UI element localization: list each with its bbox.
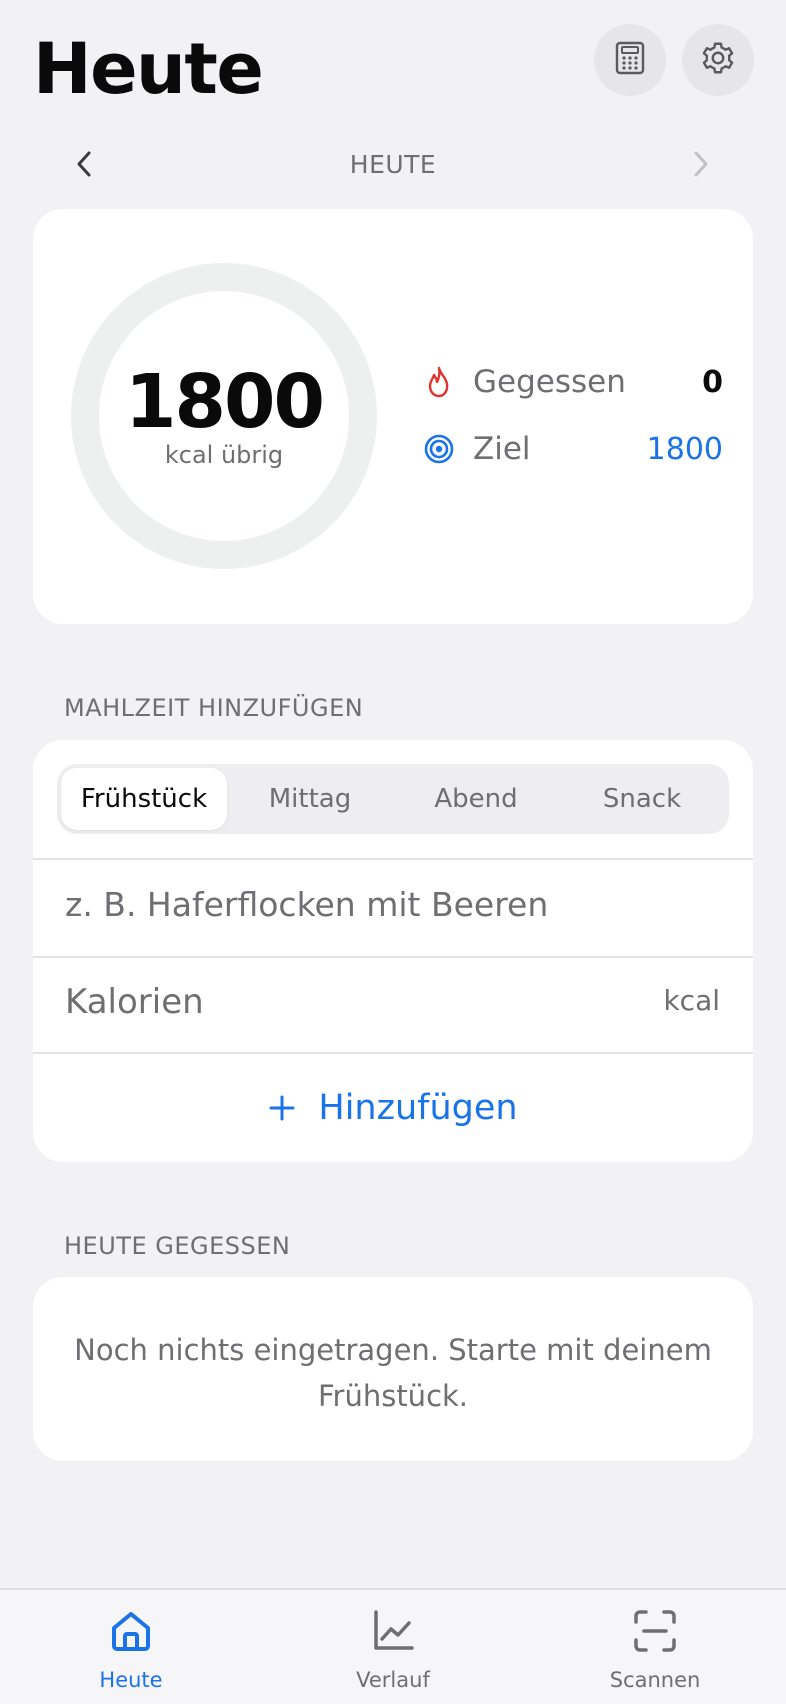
calculator-button[interactable] [594, 24, 666, 96]
tab-scan[interactable]: Scannen [575, 1608, 735, 1692]
food-name-input[interactable]: z. B. Haferflocken mit Beeren [65, 885, 548, 924]
meal-tab-breakfast[interactable]: Frühstück [61, 768, 227, 830]
calories-input[interactable]: Kalorien [65, 982, 204, 1022]
tab-today-label: Heute [99, 1668, 163, 1692]
tab-today[interactable]: Heute [51, 1608, 211, 1692]
chart-icon [370, 1608, 416, 1658]
goal-value: 1800 [646, 431, 723, 467]
add-meal-button[interactable]: Hinzufügen [33, 1054, 753, 1162]
today-eaten-card: Noch nichts eingetragen. Starte mit dein… [33, 1277, 753, 1461]
goal-label: Ziel [473, 431, 531, 467]
eaten-stat: Gegessen 0 [423, 358, 723, 406]
remaining-calories-value: 1800 [125, 359, 325, 445]
tab-history[interactable]: Verlauf [313, 1608, 473, 1692]
empty-state-text: Noch nichts eingetragen. Starte mit dein… [74, 1333, 712, 1413]
tab-history-label: Verlauf [356, 1668, 430, 1692]
bottom-tab-bar: Heute Verlauf Scannen [0, 1588, 786, 1704]
eaten-value: 0 [702, 364, 723, 400]
chevron-right-icon [691, 149, 711, 183]
date-label: HEUTE [349, 150, 437, 179]
settings-button[interactable] [682, 24, 754, 96]
gear-icon [700, 40, 736, 80]
goal-stat: Ziel 1800 [423, 425, 723, 473]
today-screen: Heute HEUTE 1800 kcal übrig Gegessen 0 Z… [0, 0, 786, 1704]
page-title: Heute [33, 28, 264, 110]
add-meal-card: Frühstück Mittag Abend Snack z. B. Hafer… [33, 740, 753, 1162]
divider [33, 956, 753, 958]
calculator-icon [615, 41, 645, 79]
meal-type-selector: Frühstück Mittag Abend Snack [57, 764, 729, 834]
eaten-label: Gegessen [473, 364, 626, 400]
meal-tab-lunch[interactable]: Mittag [227, 768, 393, 830]
meal-tab-dinner[interactable]: Abend [393, 768, 559, 830]
meal-tab-snack[interactable]: Snack [559, 768, 725, 830]
add-meal-button-label: Hinzufügen [318, 1088, 518, 1128]
divider [33, 858, 753, 860]
calorie-summary-card: 1800 kcal übrig Gegessen 0 Ziel 1800 [33, 209, 753, 624]
home-icon [108, 1608, 154, 1658]
calories-unit-label: kcal [663, 984, 720, 1017]
today-eaten-section-title: HEUTE GEGESSEN [64, 1232, 291, 1260]
scan-icon [632, 1608, 678, 1658]
add-meal-section-title: MAHLZEIT HINZUFÜGEN [64, 694, 364, 722]
plus-icon [268, 1094, 296, 1122]
target-icon [423, 433, 455, 465]
remaining-calories-caption: kcal übrig [164, 441, 284, 469]
tab-scan-label: Scannen [609, 1668, 701, 1692]
flame-icon [423, 366, 455, 398]
next-day-button[interactable] [681, 146, 721, 186]
